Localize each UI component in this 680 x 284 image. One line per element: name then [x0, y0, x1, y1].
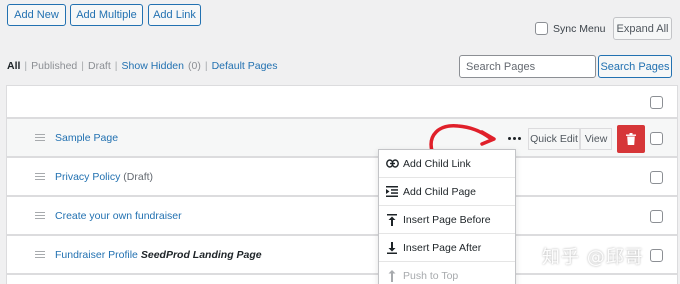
filter-separator: | — [24, 60, 28, 72]
insert-before-icon — [385, 213, 399, 227]
row-title-text[interactable]: Fundraiser Profile — [55, 249, 138, 261]
insert-after-icon — [385, 241, 399, 255]
menu-item-label: Insert Page Before — [403, 213, 491, 226]
table-row[interactable]: Create your own fundraiser — [6, 196, 678, 235]
watermark: 知乎 @邱哥 — [542, 247, 644, 268]
filter-separator: | — [114, 60, 118, 72]
hidden-count: (0) — [187, 60, 201, 72]
row-actions-dropdown: Add Child Link Add Child Page Insert Pag… — [378, 149, 516, 284]
list-header-row — [6, 85, 678, 118]
filter-show-hidden[interactable]: Show Hidden — [122, 60, 184, 72]
drag-handle-icon[interactable] — [35, 172, 45, 180]
more-actions-icon[interactable] — [504, 131, 524, 145]
trash-button[interactable] — [617, 125, 645, 153]
filter-published[interactable]: Published — [31, 60, 77, 72]
filter-separator: | — [204, 60, 208, 72]
row-state: (Draft) — [123, 170, 154, 183]
table-row[interactable]: Sample Page Quick Edit View — [6, 118, 678, 157]
row-title[interactable]: Create your own fundraiser — [55, 210, 182, 222]
drag-handle-icon[interactable] — [35, 133, 45, 141]
add-new-button[interactable]: Add New — [7, 4, 66, 26]
quick-edit-button[interactable]: Quick Edit — [528, 128, 580, 150]
row-checkbox[interactable] — [650, 131, 663, 145]
row-checkbox[interactable] — [650, 248, 663, 262]
menu-item-label: Push to Top — [403, 270, 459, 282]
add-link-button[interactable]: Add Link — [148, 4, 201, 26]
row-title[interactable]: Fundraiser Profile SeedProd Landing Page — [55, 249, 262, 261]
indent-icon — [385, 185, 399, 199]
menu-item-label: Add Child Link — [403, 157, 471, 170]
sync-menu-checkbox[interactable] — [535, 22, 548, 35]
row-title[interactable]: Sample Page — [55, 132, 118, 144]
drag-handle-icon[interactable] — [35, 250, 45, 258]
row-checkbox[interactable] — [650, 170, 663, 184]
menu-item-insert-page-before[interactable]: Insert Page Before — [379, 206, 515, 234]
select-all-checkbox[interactable] — [650, 95, 663, 109]
link-icon — [385, 157, 399, 171]
status-filters: All | Published | Draft | Show Hidden (0… — [7, 60, 278, 72]
row-checkbox[interactable] — [650, 209, 663, 223]
push-top-icon — [385, 269, 399, 283]
menu-item-label: Add Child Page — [403, 185, 476, 198]
add-multiple-button[interactable]: Add Multiple — [70, 4, 143, 26]
drag-handle-icon[interactable] — [35, 211, 45, 219]
trash-icon — [626, 133, 636, 145]
menu-item-insert-page-after[interactable]: Insert Page After — [379, 234, 515, 262]
row-title-text[interactable]: Privacy Policy — [55, 171, 120, 183]
filter-separator: | — [81, 60, 85, 72]
row-template-label: SeedProd Landing Page — [140, 248, 262, 261]
table-row[interactable]: Privacy Policy (Draft) — [6, 157, 678, 196]
menu-item-push-to-top[interactable]: Push to Top — [379, 262, 515, 284]
expand-all-button[interactable]: Expand All — [613, 17, 672, 40]
filter-default-pages[interactable]: Default Pages — [212, 60, 278, 72]
view-button[interactable]: View — [580, 128, 612, 150]
menu-item-add-child-page[interactable]: Add Child Page — [379, 178, 515, 206]
filter-draft[interactable]: Draft — [88, 60, 111, 72]
menu-item-label: Insert Page After — [403, 241, 482, 254]
filter-all[interactable]: All — [7, 60, 20, 72]
row-title[interactable]: Privacy Policy (Draft) — [55, 171, 153, 183]
search-input[interactable]: Search Pages — [459, 55, 596, 78]
search-pages-button[interactable]: Search Pages — [598, 55, 672, 78]
sync-menu-label: Sync Menu — [553, 23, 606, 35]
menu-item-add-child-link[interactable]: Add Child Link — [379, 150, 515, 178]
table-row[interactable] — [6, 274, 678, 284]
